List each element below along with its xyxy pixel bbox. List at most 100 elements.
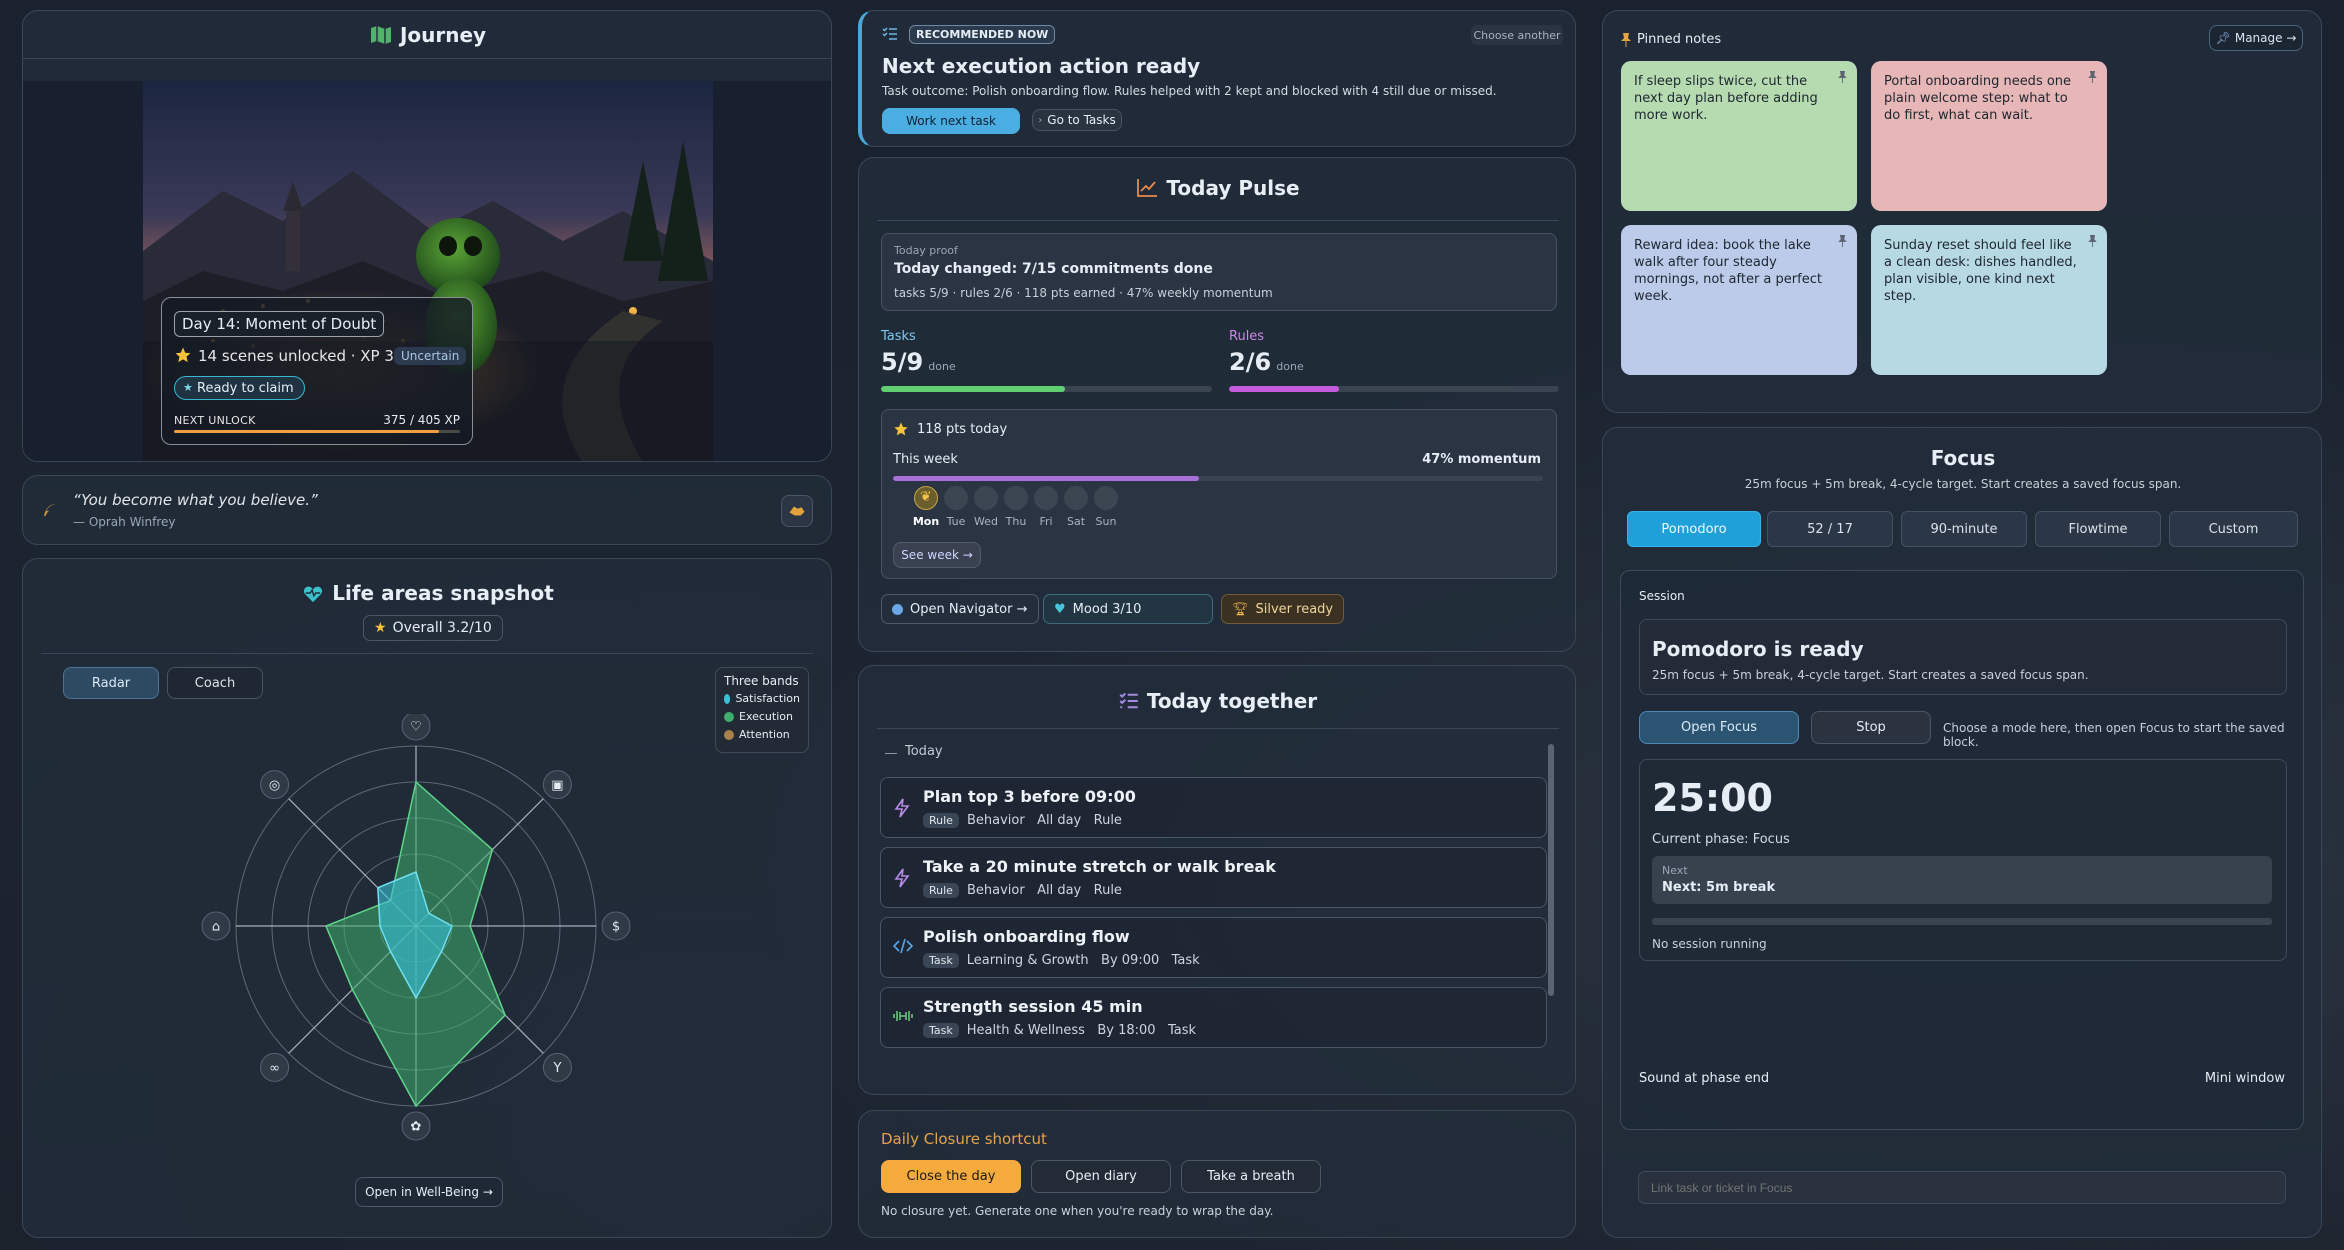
open-focus-button[interactable]: Open Focus — [1639, 711, 1799, 744]
tab-coach[interactable]: Coach — [167, 667, 263, 699]
next-value: Next: 5m break — [1662, 880, 1776, 895]
sticky-note[interactable]: If sleep slips twice, cut the next day p… — [1621, 61, 1857, 211]
sticky-note[interactable]: Sunday reset should feel like a clean de… — [1871, 225, 2107, 375]
timer-card: 25:00 Current phase: Focus Next Next: 5m… — [1639, 759, 2287, 961]
heart-icon[interactable]: ♡ — [401, 714, 431, 741]
tasks-progress-bar — [881, 386, 1212, 392]
dumbbell-icon — [893, 1008, 913, 1028]
open-wellbeing-link[interactable]: Open in Well-Being → — [355, 1177, 503, 1207]
recommended-badge: RECOMMENDED NOW — [909, 25, 1056, 44]
link-task-input[interactable] — [1638, 1171, 2286, 1204]
legend-item: Execution — [724, 708, 800, 726]
pin-icon[interactable] — [2088, 71, 2097, 83]
task-meta-row: Rule Behavior All day Rule — [923, 813, 1122, 828]
overall-score-label: Overall 3.2/10 — [392, 620, 492, 636]
home-icon[interactable]: ⌂ — [201, 911, 231, 941]
mood-chip[interactable]: ♥ Mood 3/10 — [1043, 594, 1213, 624]
star-small-icon: ★ — [183, 381, 193, 394]
stop-button[interactable]: Stop — [1811, 711, 1931, 744]
rules-done: done — [1276, 360, 1304, 373]
open-navigator-button[interactable]: Open Navigator → — [881, 594, 1039, 624]
tab-radar[interactable]: Radar — [63, 667, 159, 699]
sticky-note[interactable]: Reward idea: book the lake walk after fo… — [1621, 225, 1857, 375]
today-proof-card: Today proof Today changed: 7/15 commitme… — [881, 233, 1557, 311]
svg-text:⌂: ⌂ — [212, 920, 220, 935]
sticky-note[interactable]: Portal onboarding needs one plain welcom… — [1871, 61, 2107, 211]
overall-score: ★ Overall 3.2/10 — [363, 615, 503, 641]
pin-icon: 📌︎ — [2215, 31, 2231, 45]
today-pulse-panel: Today Pulse Today proof Today changed: 7… — [858, 157, 1576, 652]
bolt-icon — [893, 868, 911, 888]
task-item[interactable]: Polish onboarding flow Task Learning & Gro… — [880, 917, 1547, 978]
day-indicator — [1034, 486, 1058, 510]
day-indicator — [1064, 486, 1088, 510]
compass-icon — [892, 603, 903, 615]
radar-legend: Three bands Satisfaction Execution Attenti… — [715, 667, 809, 753]
pin-icon[interactable] — [1838, 71, 1847, 83]
mini-window-toggle[interactable]: Mini window — [2205, 1071, 2285, 1086]
leaf-icon[interactable]: ✿ — [401, 1111, 431, 1141]
legend-swatch — [724, 694, 731, 704]
quote-action-button[interactable] — [781, 495, 813, 527]
close-day-button[interactable]: Close the day — [881, 1160, 1021, 1193]
quote-text: “You become what you believe.” — [73, 491, 318, 509]
together-title: Today together — [1146, 689, 1318, 713]
proof-subtitle: tasks 5/9 · rules 2/6 · 118 pts earned ·… — [894, 286, 1273, 300]
proof-label: Today proof — [894, 244, 958, 257]
task-item[interactable]: Take a 20 minute stretch or walk break Ru… — [880, 847, 1547, 908]
svg-text:✿: ✿ — [411, 1120, 422, 1135]
phase-label: Current phase: Focus — [1652, 832, 1790, 847]
task-item[interactable]: Strength session 45 min Task Health & Well… — [880, 987, 1547, 1048]
take-breath-button[interactable]: Take a breath — [1181, 1160, 1321, 1193]
compass-icon[interactable]: ◎ — [260, 770, 290, 800]
session-progress-bar — [1652, 918, 2272, 925]
silver-ready-chip[interactable]: 🏆︎ Silver ready — [1221, 594, 1345, 624]
focus-mode-tab[interactable]: Pomodoro — [1627, 511, 1761, 547]
legend-title: Three bands — [724, 674, 799, 688]
day-label: Wed — [974, 515, 998, 528]
task-item[interactable]: Plan top 3 before 09:00 Rule Behavior All … — [880, 777, 1547, 838]
together-scrollbar[interactable] — [1548, 744, 1554, 996]
recommended-subtitle: Task outcome: Polish onboarding flow. Ru… — [882, 84, 1497, 98]
claim-label: Ready to claim — [197, 380, 294, 396]
briefcase-icon[interactable]: ▣ — [542, 770, 572, 800]
work-next-task-button[interactable]: Work next task — [882, 108, 1020, 134]
recommended-title: Next execution action ready — [882, 54, 1201, 78]
timer-display: 25:00 — [1652, 776, 1773, 820]
quote-author: — Oprah Winfrey — [73, 515, 176, 529]
svg-text:◎: ◎ — [269, 778, 280, 793]
journey-panel: Journey Day 14: Moment of Doubt 14 scene… — [22, 10, 832, 462]
svg-text:▣: ▣ — [551, 778, 563, 793]
no-session-label: No session running — [1652, 937, 1767, 951]
day-label: Thu — [1005, 515, 1027, 528]
pin-icon[interactable] — [1838, 235, 1847, 247]
pin-icon[interactable] — [2088, 235, 2097, 247]
radar-chart: ♡ ▣ $ Y ✿ ∞ ⌂ ◎ — [201, 714, 631, 1141]
focus-mode-tab[interactable]: Custom — [2169, 511, 2298, 547]
day-indicator — [1094, 486, 1118, 510]
focus-mode-tab[interactable]: 52 / 17 — [1767, 511, 1893, 547]
trophy-icon[interactable]: Y — [542, 1052, 572, 1082]
legend-label: Satisfaction — [735, 692, 800, 705]
task-type-tag: Rule — [923, 813, 959, 828]
open-diary-button[interactable]: Open diary — [1031, 1160, 1171, 1193]
day-label: Mon — [912, 515, 940, 528]
go-to-tasks-button[interactable]: › Go to Tasks — [1032, 109, 1122, 131]
choose-another-button[interactable]: Choose another — [1471, 25, 1563, 45]
today-section-label: Today — [905, 744, 943, 759]
manage-button[interactable]: 📌︎ Manage → — [2209, 25, 2303, 51]
legend-label: Execution — [739, 710, 793, 723]
life-areas-title: Life areas snapshot — [332, 581, 554, 605]
claim-button[interactable]: ★ Ready to claim — [174, 376, 305, 400]
legend-label: Attention — [739, 728, 790, 741]
brain-icon[interactable]: ∞ — [260, 1052, 290, 1082]
hand-icon — [789, 506, 805, 516]
dollar-icon[interactable]: $ — [601, 911, 631, 941]
task-meta: Learning & Growth By 09:00 Task — [966, 953, 1200, 968]
focus-mode-tab[interactable]: 90-minute — [1901, 511, 2027, 547]
list-check-icon — [882, 27, 897, 40]
day-title: Day 14: Moment of Doubt — [174, 311, 385, 337]
closure-title: Daily Closure shortcut — [881, 1130, 1047, 1148]
see-week-button[interactable]: See week → — [893, 542, 981, 568]
focus-mode-tab[interactable]: Flowtime — [2035, 511, 2161, 547]
